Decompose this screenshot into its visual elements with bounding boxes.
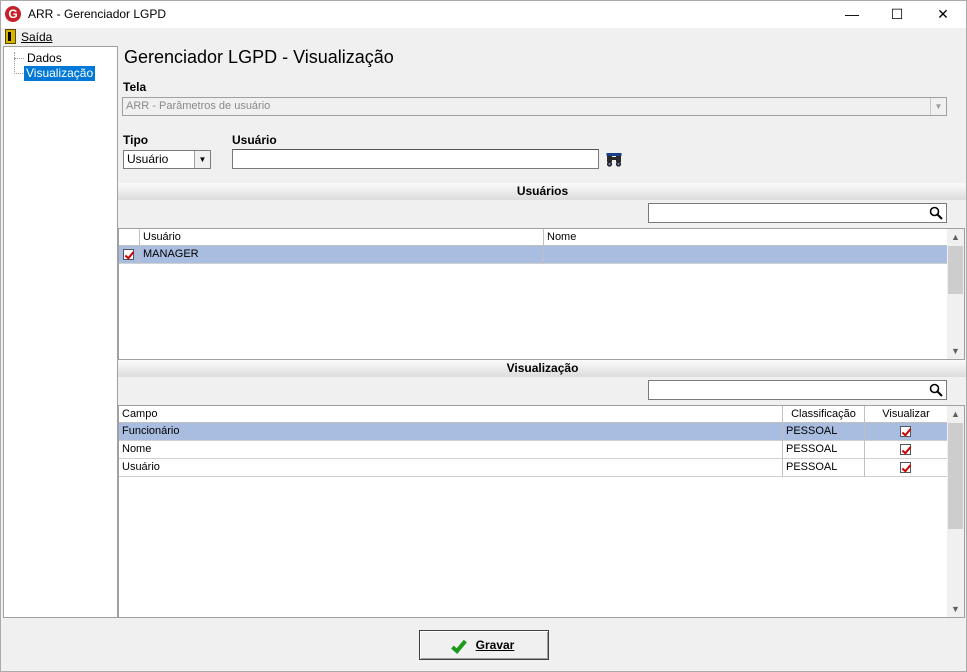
scroll-thumb[interactable] <box>948 246 963 294</box>
cell-visualizar[interactable] <box>865 441 947 459</box>
view-section-header: Visualização <box>118 360 967 377</box>
usuario-input[interactable] <box>232 149 599 169</box>
scroll-down-icon[interactable]: ▼ <box>947 343 964 359</box>
scroll-thumb[interactable] <box>948 423 963 529</box>
cell-campo: Funcionário <box>119 423 783 441</box>
cell-usuario: MANAGER <box>140 246 544 264</box>
binoculars-search-icon[interactable] <box>606 152 622 167</box>
view-column-classificacao[interactable]: Classificação <box>783 406 865 422</box>
row-checkbox[interactable] <box>123 249 134 260</box>
cell-classificacao: PESSOAL <box>783 423 865 441</box>
navigation-tree[interactable] <box>3 46 118 618</box>
tree-connector <box>14 73 23 74</box>
visualizar-checkbox[interactable] <box>900 426 911 437</box>
maximize-button[interactable]: ☐ <box>874 0 920 28</box>
users-table[interactable]: Usuário Nome MANAGER ▲ ▼ <box>118 228 965 360</box>
search-icon[interactable] <box>929 383 943 397</box>
view-scrollbar[interactable]: ▲ ▼ <box>947 406 964 617</box>
view-column-visualizar[interactable]: Visualizar <box>865 406 947 422</box>
users-search-input[interactable] <box>648 203 947 223</box>
chevron-down-icon[interactable]: ▼ <box>930 98 946 115</box>
cell-visualizar[interactable] <box>865 423 947 441</box>
cell-campo: Nome <box>119 441 783 459</box>
minimize-button[interactable]: — <box>829 0 875 28</box>
view-search-input[interactable] <box>648 380 947 400</box>
scroll-down-icon[interactable]: ▼ <box>947 601 964 617</box>
chevron-down-icon[interactable]: ▼ <box>194 151 210 168</box>
users-scrollbar[interactable]: ▲ ▼ <box>947 229 964 359</box>
tree-connector <box>14 52 15 74</box>
exit-door-icon[interactable] <box>5 29 16 44</box>
visualizar-checkbox[interactable] <box>900 462 911 473</box>
save-button[interactable]: Gravar <box>419 630 549 660</box>
usuario-label: Usuário <box>232 133 277 147</box>
scroll-up-icon[interactable]: ▲ <box>947 229 964 245</box>
visualizar-checkbox[interactable] <box>900 444 911 455</box>
scroll-up-icon[interactable]: ▲ <box>947 406 964 422</box>
search-icon[interactable] <box>929 206 943 220</box>
menu-bar <box>0 28 967 46</box>
row-checkbox-cell[interactable] <box>119 246 140 264</box>
users-column-nome[interactable]: Nome <box>544 229 948 245</box>
tree-connector <box>14 58 24 59</box>
view-table[interactable]: Campo Classificação Visualizar Funcionár… <box>118 405 965 618</box>
tipo-label: Tipo <box>123 133 149 147</box>
tipo-select-value: Usuário <box>127 152 169 166</box>
close-button[interactable]: ✕ <box>920 0 966 28</box>
tela-select-value: ARR - Parâmetros de usuário <box>126 100 271 112</box>
window-title: ARR - Gerenciador LGPD <box>28 7 167 21</box>
cell-classificacao: PESSOAL <box>783 441 865 459</box>
table-row[interactable]: MANAGER <box>119 246 948 264</box>
app-logo-icon: G <box>5 6 21 22</box>
users-column-usuario[interactable]: Usuário <box>140 229 544 245</box>
cell-visualizar[interactable] <box>865 459 947 477</box>
users-table-header: Usuário Nome <box>119 229 948 246</box>
tree-item-visualizacao[interactable]: Visualização <box>24 66 96 81</box>
cell-classificacao: PESSOAL <box>783 459 865 477</box>
tela-label: Tela <box>123 80 147 94</box>
users-check-column-header <box>119 229 140 245</box>
cell-campo: Usuário <box>119 459 783 477</box>
table-row[interactable]: Nome PESSOAL <box>119 441 948 459</box>
table-row[interactable]: Usuário PESSOAL <box>119 459 948 477</box>
view-table-header: Campo Classificação Visualizar <box>119 406 948 423</box>
users-section-header: Usuários <box>118 183 967 200</box>
table-row[interactable]: Funcionário PESSOAL <box>119 423 948 441</box>
page-title: Gerenciador LGPD - Visualização <box>124 47 394 67</box>
menu-item-exit[interactable]: Saída <box>21 30 52 44</box>
tree-item-dados[interactable]: Dados <box>26 51 63 65</box>
tipo-select[interactable]: Usuário ▼ <box>123 150 211 169</box>
menu-exit-label: Saída <box>21 30 53 44</box>
cell-nome <box>544 246 948 264</box>
view-column-campo[interactable]: Campo <box>119 406 783 422</box>
tela-select[interactable]: ARR - Parâmetros de usuário ▼ <box>122 97 947 116</box>
